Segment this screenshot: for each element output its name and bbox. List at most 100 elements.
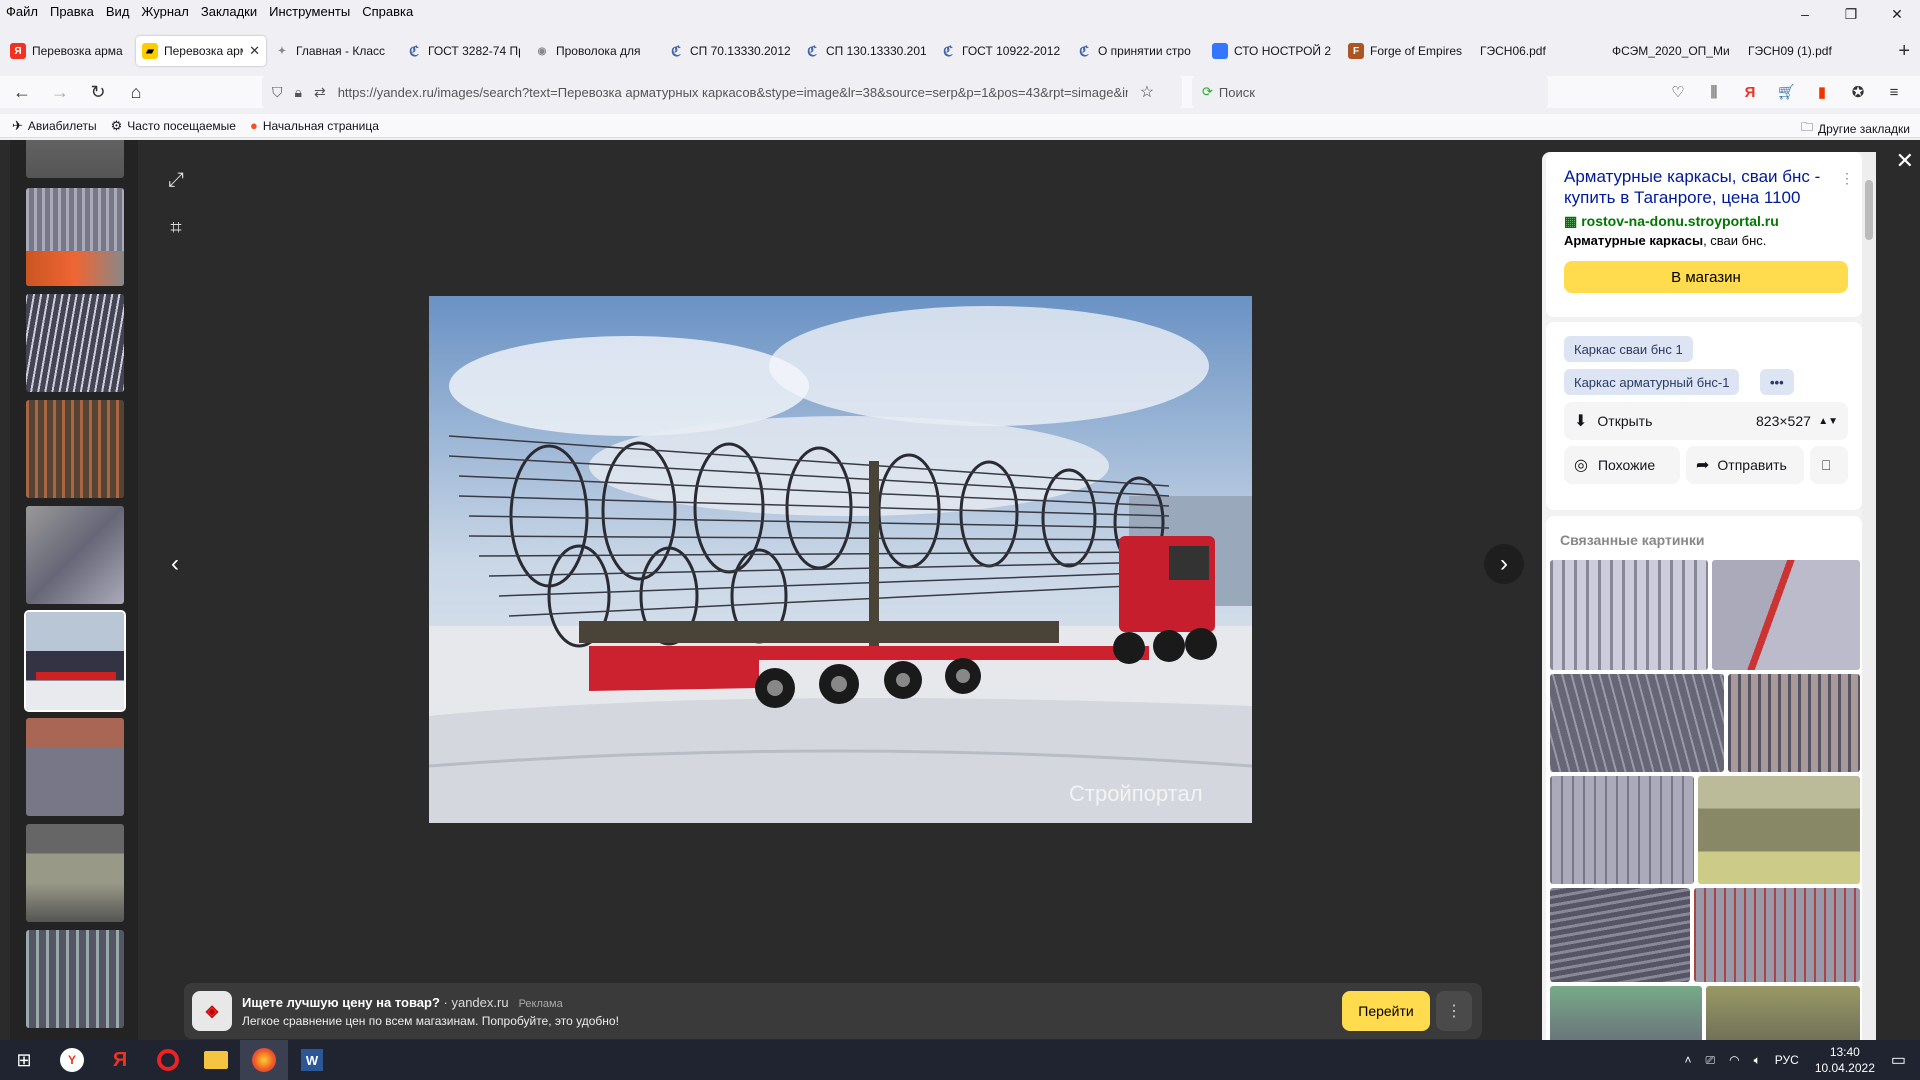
- close-tab-icon[interactable]: ✕: [249, 43, 260, 59]
- related-image[interactable]: [1728, 674, 1860, 772]
- back-icon[interactable]: ←: [6, 76, 38, 108]
- tab-2[interactable]: ✦ Главная - Класс: [268, 36, 398, 66]
- close-viewer-icon[interactable]: ✕: [1896, 148, 1914, 174]
- tab-7[interactable]: ℭ ГОСТ 10922-2012: [934, 36, 1068, 66]
- thumbnail[interactable]: [26, 718, 124, 816]
- tag-chip[interactable]: Каркас арматурный бнс-1: [1564, 369, 1740, 395]
- network-device-icon[interactable]: ⎚: [1705, 1053, 1715, 1068]
- menu-file[interactable]: Файл: [6, 4, 38, 19]
- thumbnail[interactable]: [26, 930, 124, 1028]
- thumbnail[interactable]: [26, 506, 124, 604]
- related-image[interactable]: [1712, 560, 1860, 670]
- volume-icon[interactable]: 🔈︎: [1754, 1053, 1761, 1068]
- tab-4[interactable]: ◉ Проволока для: [528, 36, 660, 66]
- tab-8[interactable]: ℭО принятии стро: [1070, 36, 1204, 66]
- tab-12[interactable]: ФСЭМ_2020_ОП_Ми: [1606, 36, 1740, 66]
- thumbnail[interactable]: [26, 188, 124, 286]
- source-site[interactable]: rostov-na-donu.stroyportal.ru: [1581, 213, 1779, 229]
- thumbnail[interactable]: [26, 824, 124, 922]
- forward-icon[interactable]: →: [44, 76, 76, 108]
- extensions-icon[interactable]: ✪: [1840, 83, 1876, 101]
- reload-icon[interactable]: ↻: [82, 76, 114, 108]
- menu-view[interactable]: Вид: [106, 4, 130, 19]
- bookmark-icon[interactable]: ⎕: [1810, 446, 1848, 484]
- tab-0[interactable]: Я Перевозка арма: [4, 36, 134, 66]
- related-image[interactable]: [1550, 776, 1694, 884]
- tab-11[interactable]: ГЭСН06.pdf: [1474, 36, 1604, 66]
- yandex-ext-icon[interactable]: Я: [1732, 84, 1768, 101]
- crop-icon[interactable]: ⌗: [156, 208, 196, 248]
- thumbnail[interactable]: [26, 400, 124, 498]
- tab-10[interactable]: F Forge of Empires: [1342, 36, 1472, 66]
- send-button[interactable]: ➦ Отправить: [1686, 446, 1804, 484]
- bookmark-most-visited[interactable]: ⚙ Часто посещаемые: [111, 118, 236, 134]
- tray-chevron-icon[interactable]: ˄: [1684, 1053, 1691, 1067]
- menu-bookmarks[interactable]: Закладки: [201, 4, 257, 19]
- size-select[interactable]: 823×527: [1756, 413, 1811, 429]
- tab-3[interactable]: ℭ ГОСТ 3282-74 Пр: [400, 36, 526, 66]
- related-image[interactable]: [1698, 776, 1860, 884]
- related-image[interactable]: [1706, 986, 1860, 1040]
- new-tab-button[interactable]: +: [1898, 40, 1910, 63]
- bookmark-star-icon[interactable]: ☆: [1140, 82, 1154, 102]
- other-bookmarks[interactable]: 🗀 Другие закладки: [1801, 118, 1910, 139]
- source-title[interactable]: Арматурные каркасы, сваи бнс - купить в …: [1564, 166, 1844, 208]
- library-icon[interactable]: ⫼: [1696, 84, 1732, 101]
- chips-more-button[interactable]: •••: [1760, 369, 1794, 395]
- taskbar-yandex[interactable]: Я: [96, 1040, 144, 1080]
- tab-13[interactable]: ГЭСН09 (1).pdf: [1742, 36, 1872, 66]
- fullscreen-icon[interactable]: ⤢: [156, 160, 196, 200]
- shop-button[interactable]: В магазин: [1564, 261, 1848, 293]
- related-image[interactable]: [1550, 888, 1690, 982]
- tab-5[interactable]: ℭ СП 70.13330.2012: [662, 36, 796, 66]
- tag-chip[interactable]: Каркас сваи бнс 1: [1564, 336, 1693, 362]
- thumbnail-selected[interactable]: [24, 610, 126, 712]
- notifications-icon[interactable]: ▭: [1891, 1050, 1906, 1070]
- search-field[interactable]: ⟳ Поиск: [1192, 76, 1548, 108]
- taskbar-yandex-browser[interactable]: Y: [48, 1040, 96, 1080]
- ad-go-button[interactable]: Перейти: [1342, 991, 1430, 1031]
- open-button[interactable]: ⬇ Открыть 823×527 ▲▼: [1564, 402, 1848, 440]
- flag-icon[interactable]: ▮: [1804, 83, 1840, 101]
- menu-history[interactable]: Журнал: [141, 4, 188, 19]
- lock-icon[interactable]: 🔒︎: [295, 84, 302, 101]
- ad-more-icon[interactable]: ⋮: [1436, 991, 1472, 1031]
- url-text[interactable]: https://yandex.ru/images/search?text=Пер…: [338, 85, 1128, 100]
- pocket-icon[interactable]: ♡: [1660, 83, 1696, 101]
- url-bar[interactable]: ⛉ 🔒︎ ⇄ https://yandex.ru/images/search?t…: [262, 76, 1182, 108]
- minimize-button[interactable]: –: [1782, 0, 1828, 28]
- tab-1-active[interactable]: ▰Перевозка армат✕: [136, 36, 266, 66]
- related-image[interactable]: [1550, 986, 1702, 1040]
- menu-help[interactable]: Справка: [362, 4, 413, 19]
- permissions-icon[interactable]: ⇄: [314, 84, 326, 101]
- bookmark-start-page[interactable]: ● Начальная страница: [250, 118, 379, 133]
- related-image[interactable]: [1550, 674, 1724, 772]
- menu-tools[interactable]: Инструменты: [269, 4, 350, 19]
- tab-9[interactable]: СТО НОСТРОЙ 2: [1206, 36, 1340, 66]
- cart-icon[interactable]: 🛒︎: [1768, 83, 1804, 101]
- ad-source[interactable]: · yandex.ru: [444, 995, 509, 1010]
- next-image-button[interactable]: ›: [1484, 544, 1524, 584]
- size-toggle-icon[interactable]: ▲▼: [1818, 416, 1838, 427]
- menu-icon[interactable]: ≡: [1876, 84, 1912, 101]
- related-image[interactable]: [1550, 560, 1708, 670]
- bookmark-aviabilety[interactable]: ✈ Авиабилеты: [12, 118, 97, 134]
- prev-image-button[interactable]: ‹: [155, 544, 195, 584]
- related-image[interactable]: [1694, 888, 1860, 982]
- shield-icon[interactable]: ⛉: [272, 84, 283, 101]
- taskbar-opera[interactable]: [144, 1040, 192, 1080]
- restore-button[interactable]: ❐: [1828, 0, 1874, 28]
- thumbnail[interactable]: [26, 294, 124, 392]
- home-icon[interactable]: ⌂: [120, 76, 152, 108]
- thumbnail[interactable]: [26, 140, 124, 178]
- clock[interactable]: 13:40 10.04.2022: [1815, 1044, 1875, 1076]
- wifi-icon[interactable]: ◠: [1729, 1053, 1739, 1067]
- menu-edit[interactable]: Правка: [50, 4, 94, 19]
- panel-scrollbar[interactable]: [1862, 152, 1876, 1040]
- start-button[interactable]: ⊞: [0, 1040, 48, 1080]
- main-image[interactable]: Стройпортал: [429, 296, 1252, 823]
- tab-6[interactable]: ℭ СП 130.13330.201: [798, 36, 932, 66]
- more-options-icon[interactable]: ⋮: [1840, 170, 1854, 187]
- language-indicator[interactable]: РУС: [1775, 1053, 1799, 1067]
- close-window-button[interactable]: ✕: [1874, 0, 1920, 28]
